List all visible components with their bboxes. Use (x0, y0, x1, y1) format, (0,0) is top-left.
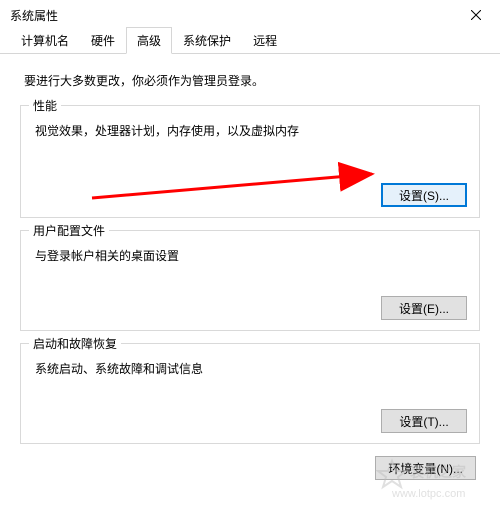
intro-text: 要进行大多数更改，你必须作为管理员登录。 (24, 72, 480, 89)
startup-settings-button[interactable]: 设置(T)... (381, 409, 467, 433)
window-title: 系统属性 (10, 7, 58, 24)
performance-settings-button[interactable]: 设置(S)... (381, 183, 467, 207)
footer-row: 环境变量(N)... (20, 456, 480, 480)
group-performance-title: 性能 (29, 97, 61, 114)
tab-system-protection[interactable]: 系统保护 (172, 27, 242, 53)
group-userprofile-title: 用户配置文件 (29, 222, 109, 239)
environment-variables-button[interactable]: 环境变量(N)... (375, 456, 476, 480)
tab-hardware[interactable]: 硬件 (80, 27, 126, 53)
group-startup-button-row: 设置(T)... (33, 409, 467, 433)
close-button[interactable] (456, 1, 496, 29)
group-performance-desc: 视觉效果，处理器计划，内存使用，以及虚拟内存 (35, 122, 467, 139)
group-userprofile-desc: 与登录帐户相关的桌面设置 (35, 247, 467, 264)
close-icon (471, 10, 481, 20)
group-startup-desc: 系统启动、系统故障和调试信息 (35, 360, 467, 377)
tab-remote[interactable]: 远程 (242, 27, 288, 53)
tab-computer-name[interactable]: 计算机名 (10, 27, 80, 53)
content-panel: 要进行大多数更改，你必须作为管理员登录。 性能 视觉效果，处理器计划，内存使用，… (0, 54, 500, 490)
tab-strip: 计算机名 硬件 高级 系统保护 远程 (0, 30, 500, 54)
group-startup: 启动和故障恢复 系统启动、系统故障和调试信息 设置(T)... (20, 343, 480, 444)
titlebar: 系统属性 (0, 0, 500, 30)
userprofile-settings-button[interactable]: 设置(E)... (381, 296, 467, 320)
group-performance-button-row: 设置(S)... (33, 183, 467, 207)
group-userprofile: 用户配置文件 与登录帐户相关的桌面设置 设置(E)... (20, 230, 480, 331)
group-userprofile-button-row: 设置(E)... (33, 296, 467, 320)
tab-advanced[interactable]: 高级 (126, 27, 172, 54)
group-performance: 性能 视觉效果，处理器计划，内存使用，以及虚拟内存 设置(S)... (20, 105, 480, 218)
group-startup-title: 启动和故障恢复 (29, 335, 121, 352)
